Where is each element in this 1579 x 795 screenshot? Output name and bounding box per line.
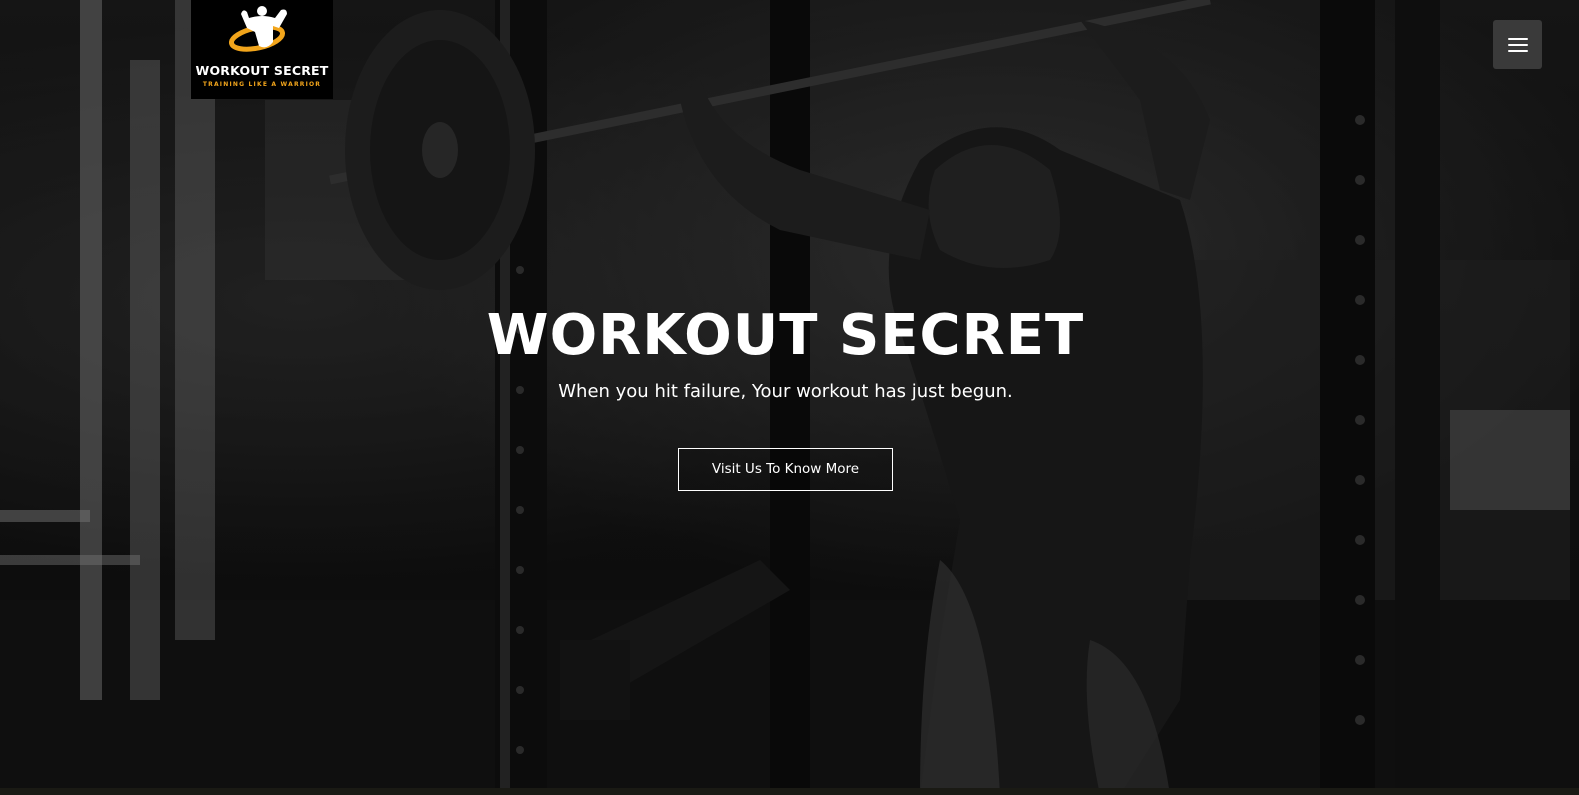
bodybuilder-emblem-icon [229, 6, 287, 52]
menu-button[interactable] [1493, 20, 1542, 69]
hero-content: WORKOUT SECRET When you hit failure, You… [0, 298, 1571, 491]
bottom-divider [0, 788, 1579, 795]
hero-title: WORKOUT SECRET [486, 303, 1085, 368]
logo-title: WORKOUT SECRET [195, 63, 329, 78]
logo-tagline: TRAINING LIKE A WARRIOR [202, 81, 322, 88]
hero-section: WORKOUT SECRET TRAINING LIKE A WARRIOR W… [0, 0, 1579, 795]
hero-subtitle: When you hit failure, Your workout has j… [558, 381, 1013, 402]
site-logo[interactable]: WORKOUT SECRET TRAINING LIKE A WARRIOR [191, 0, 333, 99]
hamburger-menu-icon [1507, 37, 1528, 53]
visit-us-button[interactable]: Visit Us To Know More [678, 448, 893, 491]
